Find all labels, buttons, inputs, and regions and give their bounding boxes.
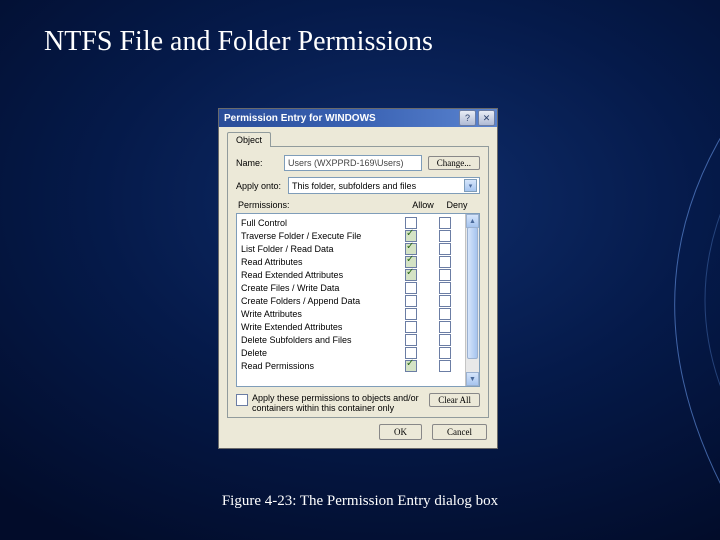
allow-checkbox[interactable] xyxy=(405,217,417,229)
permission-name: Full Control xyxy=(241,218,394,228)
deny-checkbox[interactable] xyxy=(439,295,451,307)
scrollbar[interactable]: ▲ ▼ xyxy=(465,214,479,386)
scroll-down-icon[interactable]: ▼ xyxy=(466,372,479,386)
object-tab-panel: Name: Users (WXPPRD-169\Users) Change...… xyxy=(227,146,489,418)
chevron-down-icon: ▾ xyxy=(464,179,477,192)
window-title: Permission Entry for WINDOWS xyxy=(224,113,457,124)
permission-row: Read Permissions xyxy=(241,359,462,372)
permission-entry-dialog: Permission Entry for WINDOWS ? ✕ Object … xyxy=(218,108,498,449)
figure-caption: Figure 4-23: The Permission Entry dialog… xyxy=(0,493,720,510)
allow-checkbox[interactable] xyxy=(405,282,417,294)
deny-checkbox[interactable] xyxy=(439,256,451,268)
scroll-thumb[interactable] xyxy=(467,227,478,359)
deny-checkbox[interactable] xyxy=(439,347,451,359)
permission-row: Delete xyxy=(241,346,462,359)
permission-name: Delete xyxy=(241,348,394,358)
permission-row: Create Files / Write Data xyxy=(241,281,462,294)
permission-row: Create Folders / Append Data xyxy=(241,294,462,307)
permission-row: Traverse Folder / Execute File xyxy=(241,229,462,242)
permission-name: Traverse Folder / Execute File xyxy=(241,231,394,241)
slide-title: NTFS File and Folder Permissions xyxy=(0,0,720,58)
allow-checkbox[interactable] xyxy=(405,256,417,268)
allow-checkbox[interactable] xyxy=(405,308,417,320)
permission-name: Read Attributes xyxy=(241,257,394,267)
allow-checkbox[interactable] xyxy=(405,347,417,359)
permission-row: Read Extended Attributes xyxy=(241,268,462,281)
allow-checkbox[interactable] xyxy=(405,360,417,372)
cancel-button[interactable]: Cancel xyxy=(432,424,487,440)
permission-row: List Folder / Read Data xyxy=(241,242,462,255)
allow-header: Allow xyxy=(406,200,440,210)
permission-name: List Folder / Read Data xyxy=(241,244,394,254)
permissions-listbox: Full Control Traverse Folder / Execute Fi… xyxy=(236,213,480,387)
deny-checkbox[interactable] xyxy=(439,360,451,372)
inherit-checkbox[interactable] xyxy=(236,394,248,406)
permissions-header: Permissions: xyxy=(238,200,406,210)
close-button[interactable]: ✕ xyxy=(478,110,495,126)
deny-checkbox[interactable] xyxy=(439,269,451,281)
tab-object[interactable]: Object xyxy=(227,132,271,147)
deny-checkbox[interactable] xyxy=(439,282,451,294)
permission-row: Full Control xyxy=(241,216,462,229)
allow-checkbox[interactable] xyxy=(405,334,417,346)
apply-onto-label: Apply onto: xyxy=(236,181,288,191)
deny-checkbox[interactable] xyxy=(439,334,451,346)
deny-checkbox[interactable] xyxy=(439,243,451,255)
scroll-up-icon[interactable]: ▲ xyxy=(466,214,479,228)
change-button[interactable]: Change... xyxy=(428,156,480,170)
apply-onto-select[interactable]: This folder, subfolders and files ▾ xyxy=(288,177,480,194)
allow-checkbox[interactable] xyxy=(405,269,417,281)
titlebar[interactable]: Permission Entry for WINDOWS ? ✕ xyxy=(219,109,497,127)
permission-row: Delete Subfolders and Files xyxy=(241,333,462,346)
allow-checkbox[interactable] xyxy=(405,230,417,242)
clear-all-button[interactable]: Clear All xyxy=(429,393,480,407)
permission-row: Write Attributes xyxy=(241,307,462,320)
name-label: Name: xyxy=(236,158,284,168)
decorative-swoosh xyxy=(500,100,720,500)
deny-checkbox[interactable] xyxy=(439,230,451,242)
permission-name: Create Files / Write Data xyxy=(241,283,394,293)
permission-name: Read Extended Attributes xyxy=(241,270,394,280)
allow-checkbox[interactable] xyxy=(405,243,417,255)
deny-header: Deny xyxy=(440,200,474,210)
help-button[interactable]: ? xyxy=(459,110,476,126)
permission-name: Create Folders / Append Data xyxy=(241,296,394,306)
permission-row: Write Extended Attributes xyxy=(241,320,462,333)
permission-name: Read Permissions xyxy=(241,361,394,371)
allow-checkbox[interactable] xyxy=(405,295,417,307)
permission-name: Write Extended Attributes xyxy=(241,322,394,332)
allow-checkbox[interactable] xyxy=(405,321,417,333)
permission-name: Delete Subfolders and Files xyxy=(241,335,394,345)
apply-onto-value: This folder, subfolders and files xyxy=(292,181,416,191)
permission-name: Write Attributes xyxy=(241,309,394,319)
inherit-label: Apply these permissions to objects and/o… xyxy=(252,393,423,413)
deny-checkbox[interactable] xyxy=(439,321,451,333)
ok-button[interactable]: OK xyxy=(379,424,422,440)
deny-checkbox[interactable] xyxy=(439,217,451,229)
name-field: Users (WXPPRD-169\Users) xyxy=(284,155,422,171)
deny-checkbox[interactable] xyxy=(439,308,451,320)
permission-row: Read Attributes xyxy=(241,255,462,268)
